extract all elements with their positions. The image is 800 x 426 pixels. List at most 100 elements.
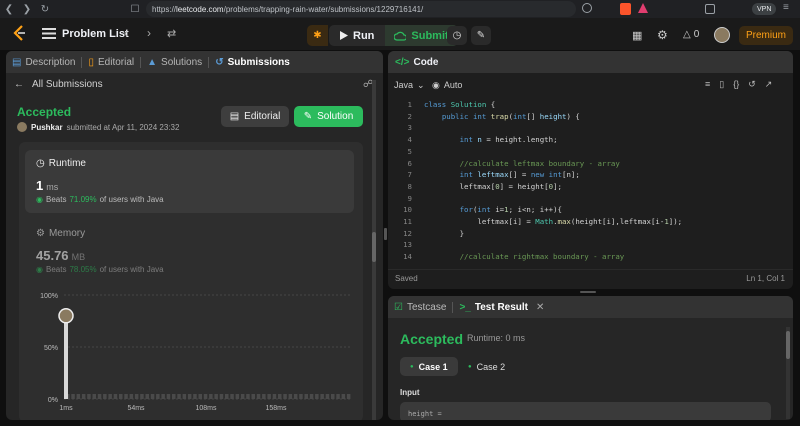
history-icon: ↺ <box>215 56 224 68</box>
vpn-button[interactable]: VPN <box>752 3 777 15</box>
run-button[interactable]: Run <box>329 25 385 46</box>
x-tick-label: 54ms <box>127 405 145 412</box>
tab-testcase[interactable]: ☑ Testcase <box>388 302 452 313</box>
debug-icon[interactable]: ✱ <box>307 25 328 46</box>
username[interactable]: Pushkar <box>31 123 63 132</box>
result-runtime: Runtime: 0 ms <box>467 333 526 343</box>
back-icon[interactable]: ❮ <box>0 0 18 18</box>
left-scrollbar-thumb[interactable] <box>372 232 376 262</box>
bookmark-code-icon[interactable]: ▯ <box>719 79 724 90</box>
leetcode-logo-icon[interactable] <box>13 25 27 42</box>
prev-problem-icon[interactable]: ‹ <box>124 26 128 40</box>
distribution-bar <box>219 394 224 399</box>
close-icon[interactable]: ✕ <box>536 302 544 313</box>
sidebar-icon[interactable] <box>705 4 715 14</box>
case-2-tab[interactable]: ● Case 2 <box>458 357 515 376</box>
all-submissions-link[interactable]: ← All Submissions <box>14 79 103 90</box>
premium-button[interactable]: Premium <box>739 26 793 45</box>
autocomplete-mode[interactable]: ◉ Auto <box>432 80 462 91</box>
line-number: 6 <box>407 158 412 168</box>
fire-icon: △ <box>683 29 691 40</box>
problem-list-link[interactable]: Problem List <box>62 28 129 40</box>
bookmark-icon[interactable]: ☐ <box>126 0 144 18</box>
solution-button[interactable]: ✎ Solution <box>294 106 363 127</box>
vertical-resize-handle[interactable] <box>384 228 387 240</box>
code-line[interactable]: leftmax[i] = Math.max(height[i],leftmax[… <box>424 217 682 226</box>
distribution-bar <box>235 394 240 399</box>
settings-gear-icon[interactable]: ⚙ <box>657 28 668 42</box>
code-line[interactable]: int leftmax[] = new int[n]; <box>424 170 580 179</box>
code-line[interactable]: //calculate leftmax boundary - array <box>424 159 620 168</box>
language-select[interactable]: Java ⌄ <box>394 80 425 91</box>
reload-icon[interactable]: ↻ <box>36 0 54 18</box>
tab-editorial[interactable]: ▯ Editorial <box>82 57 140 68</box>
notes-icon[interactable]: ✎ <box>471 26 491 45</box>
runtime-label: Runtime <box>48 158 86 169</box>
tab-test-result[interactable]: >_ Test Result ✕ <box>453 302 550 313</box>
code-line[interactable]: int n = height.length; <box>424 135 558 144</box>
tab-solutions-label: Solutions <box>161 56 203 68</box>
y-tick-label: 50% <box>44 345 58 352</box>
memory-beats-pct: 78.05% <box>69 265 97 274</box>
result-scrollbar[interactable] <box>786 327 790 419</box>
distribution-bar <box>278 394 282 399</box>
url-bar[interactable]: https://leetcode.com/problems/trapping-r… <box>146 1 576 17</box>
tab-submissions[interactable]: ↺ Submissions <box>209 57 296 68</box>
forward-icon[interactable]: ❯ <box>18 0 36 18</box>
distribution-bar <box>331 394 335 399</box>
distribution-bar <box>240 394 245 399</box>
code-line[interactable]: //calculate rightmax boundary - array <box>424 252 625 261</box>
distribution-bar <box>81 394 86 399</box>
memory-card[interactable]: ⚙ Memory 45.76 MB ◉ Beats 78.05% of users wi… <box>36 228 346 278</box>
runtime-card[interactable]: ◷ Runtime 1 ms ◉ Beats 71.09% of users with … <box>25 150 354 213</box>
timer-icon[interactable]: ◷ <box>447 26 467 45</box>
distribution-bar <box>87 394 91 399</box>
chevron-down-icon: ⌄ <box>417 80 425 90</box>
next-problem-icon[interactable]: › <box>147 26 151 40</box>
code-line[interactable]: } <box>424 229 464 238</box>
left-scrollbar[interactable] <box>372 80 376 420</box>
runtime-distribution-chart[interactable]: 100% 50% 0%1ms 54ms 108ms 158ms <box>26 287 356 412</box>
distribution-bar <box>304 394 308 399</box>
memory-beats-suffix: of users with Java <box>99 265 164 274</box>
code-line[interactable]: leftmax[0] = height[0]; <box>424 182 562 191</box>
horizontal-resize-handle[interactable] <box>580 291 596 293</box>
shuffle-icon[interactable]: ⇄ <box>167 27 176 40</box>
rewards-icon[interactable] <box>638 3 648 13</box>
pencil-icon: ✎ <box>303 111 313 122</box>
memory-value-row: 45.76 MB <box>36 248 85 263</box>
menu-icon[interactable]: ≡ <box>783 2 789 13</box>
reset-icon[interactable]: ↺ <box>748 79 756 90</box>
code-line[interactable]: for(int i=1; i<n; i++){ <box>424 205 562 214</box>
editorial-button[interactable]: ▤ Editorial <box>221 106 289 127</box>
layout-grid-icon[interactable]: ▦ <box>632 29 642 42</box>
tab-description[interactable]: ▤ Description <box>6 57 81 68</box>
tab-solutions[interactable]: ▲ Solutions <box>141 57 208 68</box>
editor-actions: ≡ ▯ {} ↺ ↗ <box>705 79 772 90</box>
mode-label: Auto <box>443 80 463 90</box>
status-divider <box>388 269 793 270</box>
code-line[interactable]: class Solution { <box>424 100 495 109</box>
your-runtime-marker <box>58 308 74 324</box>
distribution-bar <box>293 394 298 399</box>
distribution-bar <box>124 394 128 399</box>
expand-icon[interactable]: ↗ <box>765 79 773 90</box>
code-line[interactable]: public int trap(int[] height) { <box>424 112 580 121</box>
avatar[interactable] <box>714 27 730 43</box>
format-icon[interactable]: ≡ <box>705 79 710 90</box>
braces-icon[interactable]: {} <box>733 79 739 90</box>
arrow-left-icon: ← <box>14 79 24 90</box>
memory-beats-prefix: Beats <box>45 265 67 274</box>
brave-shield-icon[interactable] <box>620 3 631 15</box>
url-path: /problems/trapping-rain-water/submission… <box>223 4 424 14</box>
url-prefix: https:// <box>152 4 177 14</box>
distribution-bar <box>256 394 261 399</box>
streak-counter[interactable]: △ 0 <box>683 29 699 40</box>
result-scrollbar-thumb[interactable] <box>786 331 790 359</box>
case-1-tab[interactable]: ● Case 1 <box>400 357 458 376</box>
zoom-icon[interactable] <box>582 3 592 13</box>
distribution-bar <box>346 394 351 399</box>
distribution-bar <box>134 394 139 399</box>
code-title: Code <box>413 56 439 68</box>
memory-unit: MB <box>71 252 86 262</box>
